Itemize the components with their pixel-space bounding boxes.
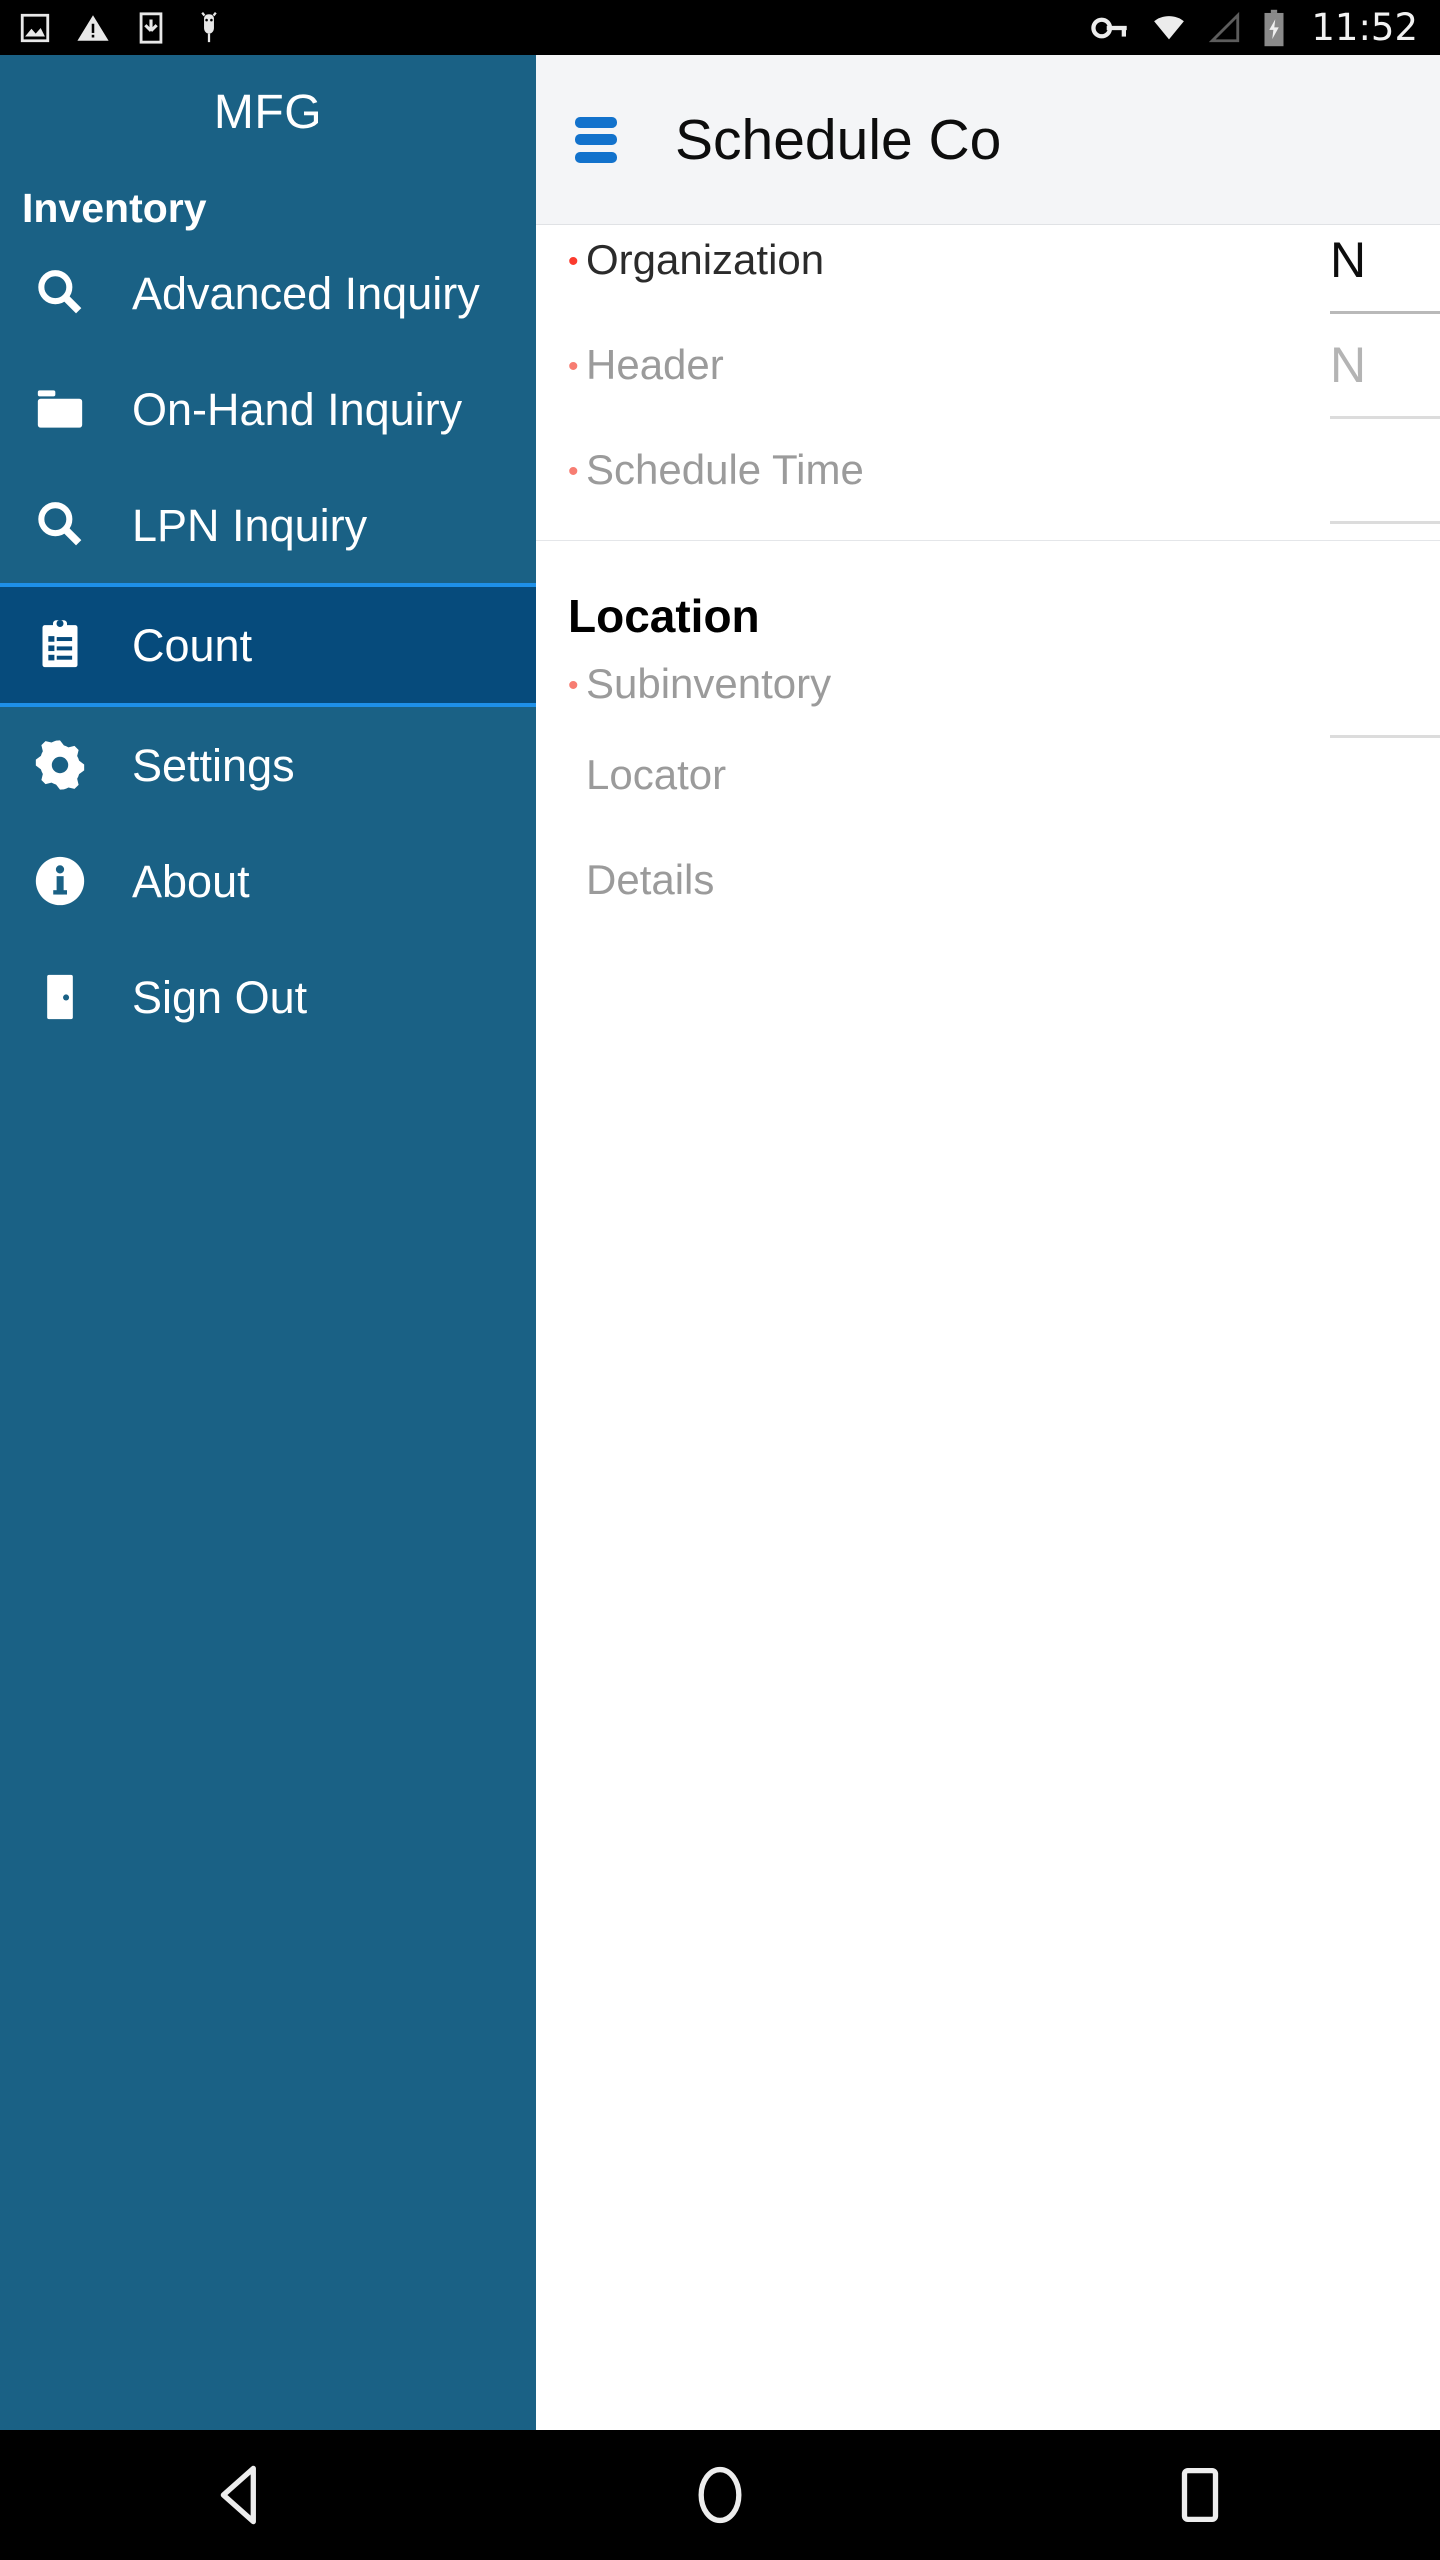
square-icon <box>1181 2467 1219 2523</box>
info-circle-icon <box>30 851 90 911</box>
sidebar-item-count[interactable]: Count <box>0 583 536 707</box>
field-label-locator: Locator <box>586 751 727 798</box>
triangle-left-icon <box>220 2465 256 2525</box>
sidebar-item-label: Count <box>132 619 253 671</box>
field-label-details: Details <box>586 856 715 903</box>
field-label-subinventory: Subinventory <box>586 660 832 707</box>
clipboard-list-icon <box>30 615 90 675</box>
drawer-group-label-inventory: Inventory <box>22 185 207 231</box>
hamburger-icon[interactable] <box>575 116 617 163</box>
field-underline <box>1330 735 1440 738</box>
field-value-schedule-time <box>1330 445 1440 457</box>
back-button[interactable] <box>0 2464 480 2526</box>
status-bar-clock: 11:52 <box>1311 6 1418 49</box>
field-value-header: N <box>1330 337 1367 393</box>
field-input-schedule-time[interactable] <box>1330 445 1440 524</box>
sidebar-item-label: About <box>132 855 250 907</box>
field-underline <box>1330 311 1440 314</box>
sidebar-item-label: Settings <box>132 739 295 791</box>
field-label-schedule-time: Schedule Time <box>586 446 864 493</box>
sidebar-item-label: LPN Inquiry <box>132 499 368 551</box>
sidebar-item-about[interactable]: About <box>0 823 536 939</box>
download-icon <box>139 11 163 44</box>
field-input-organization[interactable]: N <box>1330 232 1440 314</box>
circle-icon <box>698 2466 742 2524</box>
sidebar-item-label: Advanced Inquiry <box>132 267 480 319</box>
sidebar-item-label: Sign Out <box>132 971 308 1023</box>
sidebar-item-advanced-inquiry[interactable]: Advanced Inquiry <box>0 235 536 351</box>
battery-charging-icon <box>1264 9 1284 46</box>
required-marker: • <box>568 669 579 702</box>
sidebar-item-label: On-Hand Inquiry <box>132 383 463 435</box>
image-icon <box>20 13 50 42</box>
status-bar-left-icons <box>18 11 226 45</box>
field-input-header[interactable]: N <box>1330 337 1440 419</box>
field-underline <box>1330 416 1440 419</box>
vpn-key-icon <box>1091 17 1128 38</box>
status-bar-right-icons: 11:52 <box>1091 9 1418 47</box>
search-icon <box>30 495 90 555</box>
sidebar-item-lpn-inquiry[interactable]: LPN Inquiry <box>0 467 536 583</box>
folder-icon <box>30 379 90 439</box>
sidebar-item-sign-out[interactable]: Sign Out <box>0 939 536 1055</box>
field-value-organization: N <box>1330 232 1367 288</box>
page-title: Schedule Co <box>675 107 1002 172</box>
navigation-drawer: MFG Inventory Advanced Inquiry On-Hand I… <box>0 55 536 2430</box>
home-button[interactable] <box>480 2464 960 2526</box>
required-marker: • <box>568 245 579 278</box>
recents-button[interactable] <box>960 2464 1440 2526</box>
drawer-app-title: MFG <box>213 86 323 139</box>
field-label-organization: Organization <box>586 236 825 283</box>
cell-signal-icon <box>1209 11 1240 42</box>
sidebar-item-on-hand-inquiry[interactable]: On-Hand Inquiry <box>0 351 536 467</box>
field-input-subinventory[interactable] <box>1330 659 1440 738</box>
warning-icon <box>77 14 109 41</box>
field-underline <box>1330 521 1440 524</box>
required-marker: • <box>568 455 579 488</box>
required-marker: • <box>568 350 579 383</box>
android-debug-icon <box>201 11 217 42</box>
status-bar: 11:52 <box>0 0 1440 55</box>
field-value-subinventory <box>1330 659 1440 671</box>
search-icon <box>30 263 90 323</box>
door-exit-icon <box>30 967 90 1027</box>
field-label-header: Header <box>586 341 724 388</box>
sidebar-item-settings[interactable]: Settings <box>0 707 536 823</box>
system-navigation-bar <box>0 2430 1440 2560</box>
wifi-icon <box>1154 15 1185 39</box>
gear-icon <box>30 735 90 795</box>
